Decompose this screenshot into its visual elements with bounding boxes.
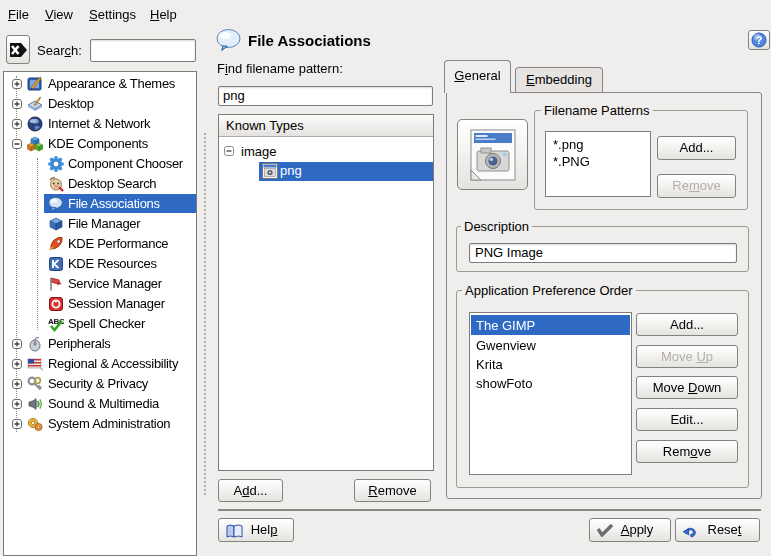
- svg-text:?: ?: [755, 34, 762, 46]
